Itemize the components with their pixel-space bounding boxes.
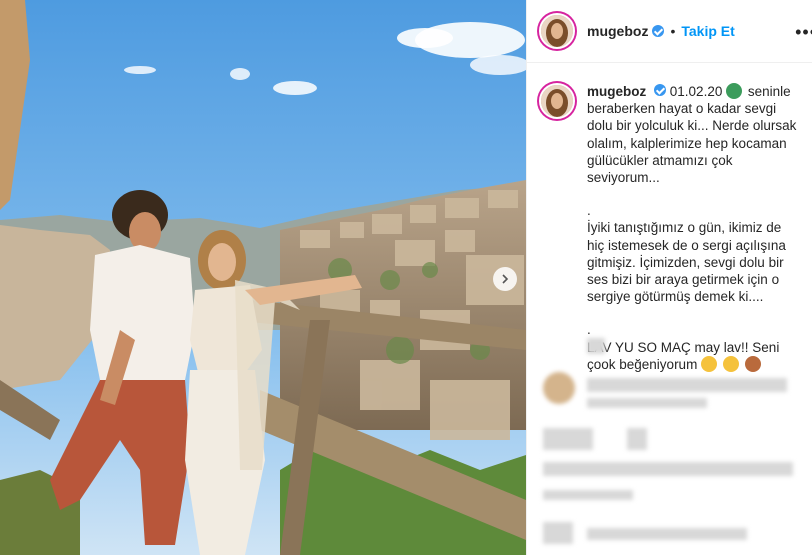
blurred-icons: [543, 428, 593, 450]
verified-badge-icon: [654, 84, 667, 96]
blurred-timestamp: [543, 490, 633, 500]
avatar[interactable]: [539, 13, 575, 49]
post-photo: [0, 0, 526, 555]
smiling-face-emoji-icon: [701, 355, 718, 372]
blurred-comment: [587, 398, 707, 408]
caption-line: .: [587, 203, 591, 219]
blurred-comment: [587, 338, 605, 354]
next-photo-button[interactable]: [493, 267, 517, 291]
avatar-image: [541, 85, 573, 117]
caption-text: mugeboz 01.02.20 seninle beraberken haya…: [587, 83, 797, 373]
username-link[interactable]: mugeboz: [587, 23, 648, 39]
follow-button[interactable]: Takip Et: [681, 23, 734, 39]
blurred-comment: [587, 378, 787, 392]
blurred-icons: [627, 428, 647, 450]
caption-line: .: [587, 322, 591, 338]
post-header: mugeboz • Takip Et •••: [527, 0, 812, 63]
separator-dot: •: [670, 23, 676, 39]
couple-emoji-icon: [744, 355, 761, 372]
blurred-avatar: [543, 372, 575, 404]
caption-line: İyiki tanıştığımız o gün, ikimiz de hiç …: [587, 220, 786, 305]
post-side-panel: mugeboz • Takip Et ••• mugeboz 01.02.20 …: [526, 0, 812, 555]
more-options-icon[interactable]: •••: [795, 22, 812, 43]
caption-username[interactable]: mugeboz: [587, 84, 646, 99]
verified-badge-icon: [652, 25, 665, 37]
avatar-image: [541, 15, 573, 47]
smiling-face-emoji-icon: [722, 355, 739, 372]
blurred-emoji-button: [543, 522, 573, 544]
cappadocia-photo: [0, 0, 526, 555]
blurred-comment-input: [587, 528, 747, 540]
chevron-right-icon: [502, 274, 509, 284]
caption-date: 01.02.20: [669, 84, 723, 99]
caption-line: seninle beraberken hayat o kadar sevgi d…: [587, 84, 797, 186]
blurred-likes: [543, 462, 793, 476]
caption-avatar[interactable]: [539, 83, 575, 119]
caption: mugeboz 01.02.20 seninle beraberken haya…: [527, 63, 812, 373]
world-map-emoji-icon: [726, 83, 743, 99]
